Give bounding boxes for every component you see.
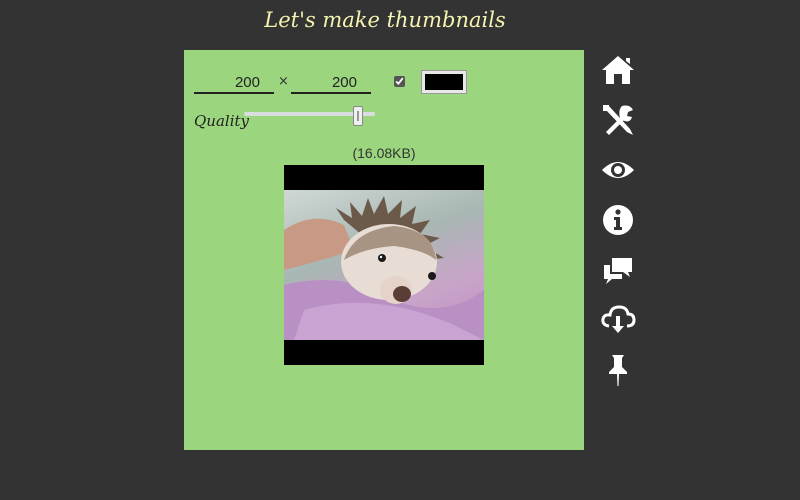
page-title: Let's make thumbnails bbox=[264, 8, 506, 32]
times-symbol: × bbox=[278, 74, 289, 89]
pin-icon[interactable] bbox=[600, 352, 636, 388]
tools-icon[interactable] bbox=[600, 102, 636, 138]
comments-icon[interactable] bbox=[600, 252, 636, 288]
thumbnail-panel: × Quality (16.08KB) bbox=[184, 50, 584, 450]
thumbnail-preview bbox=[284, 165, 484, 365]
sidebar bbox=[600, 52, 640, 402]
width-input[interactable] bbox=[194, 72, 274, 94]
hedgehog-photo bbox=[284, 190, 484, 340]
info-icon[interactable] bbox=[600, 202, 636, 238]
quality-slider-thumb[interactable] bbox=[352, 106, 363, 126]
color-swatch bbox=[425, 74, 463, 90]
file-size-label: (16.08KB) bbox=[352, 145, 416, 161]
eye-icon[interactable] bbox=[600, 152, 636, 188]
height-input[interactable] bbox=[291, 72, 371, 94]
cloud-download-icon[interactable] bbox=[600, 302, 636, 338]
home-icon[interactable] bbox=[600, 52, 636, 88]
quality-label: Quality bbox=[194, 112, 249, 130]
keep-ratio-checkbox[interactable] bbox=[394, 76, 405, 87]
background-color-picker[interactable] bbox=[421, 70, 467, 94]
